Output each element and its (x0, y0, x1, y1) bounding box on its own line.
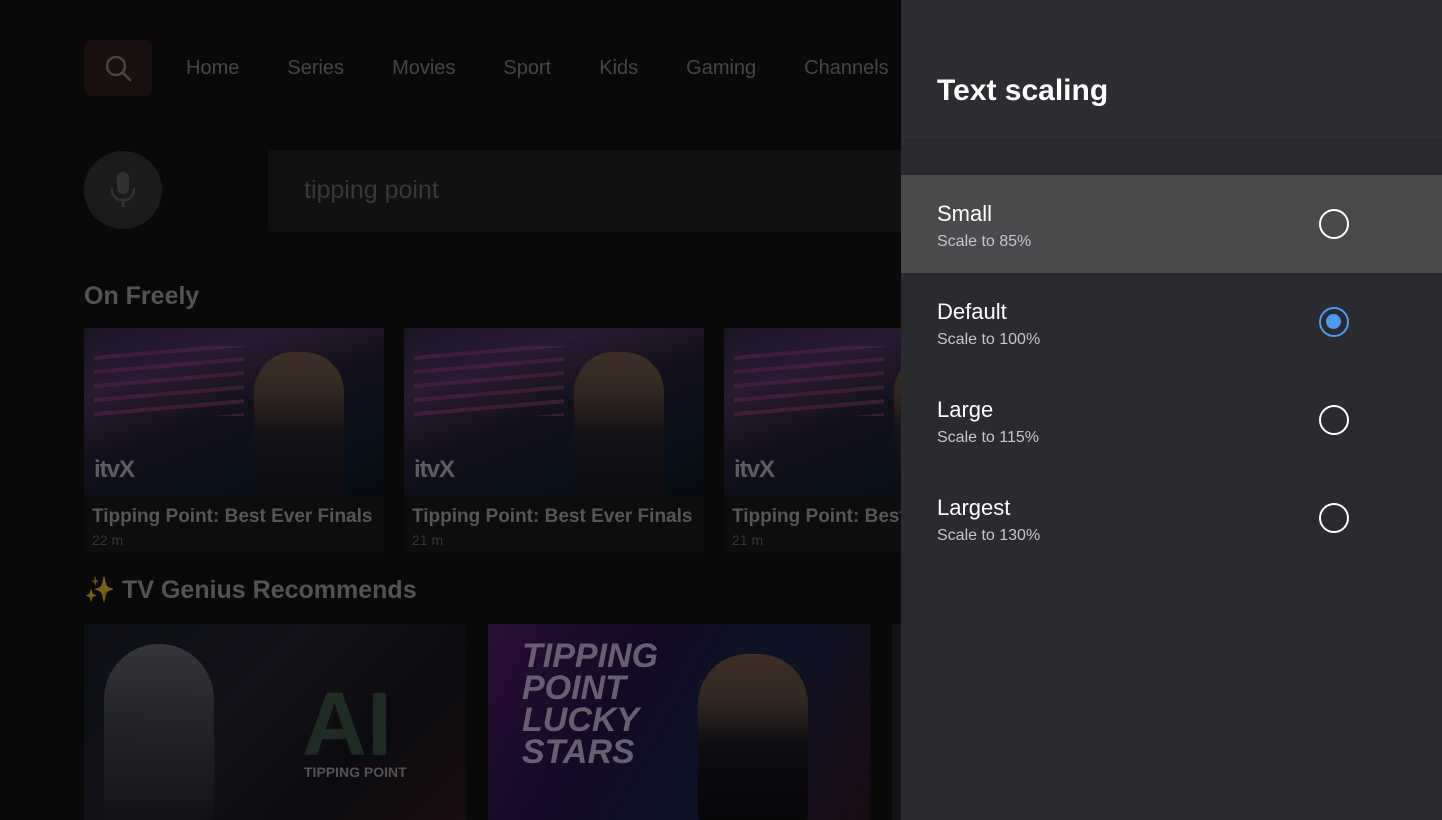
itvx-logo: itvX (94, 456, 135, 483)
nav-item-channels[interactable]: Channels (804, 57, 889, 80)
radio-button[interactable] (1319, 503, 1349, 533)
card-title: Tipping Point: Best Ever Finals (92, 506, 373, 527)
option-description: Scale to 85% (937, 233, 1032, 250)
voice-search-button[interactable] (84, 151, 162, 229)
thumbnail-presenter (894, 352, 901, 496)
microphone-icon (110, 172, 136, 207)
radio-button[interactable] (1319, 405, 1349, 435)
option-description: Scale to 115% (937, 429, 1039, 446)
content-card[interactable]: itvX Tipping Point: Best Ever Finals 21 … (404, 328, 704, 553)
nav-item-series[interactable]: Series (287, 57, 344, 80)
card-title: Tipping Point: Best Ever Finals (412, 506, 693, 527)
option-largest[interactable]: Largest Scale to 130% (901, 469, 1442, 567)
card-duration: 21 m (412, 532, 444, 548)
on-freely-row: itvX Tipping Point: Best Ever Finals 22 … (84, 328, 921, 553)
rec-art-text: TIPPING POINT LUCKY STARS (522, 637, 659, 771)
option-description: Scale to 130% (937, 527, 1041, 544)
option-description: Scale to 100% (937, 331, 1041, 348)
nav-item-sport[interactable]: Sport (503, 57, 551, 80)
thumbnail-decoration (94, 346, 244, 416)
content-card[interactable]: itvX Tipping Point: Best 21 m (724, 328, 901, 553)
search-query-text: tipping point (304, 176, 439, 204)
radio-button[interactable] (1319, 209, 1349, 239)
rec-caption: TIPPING POINT (304, 764, 407, 780)
option-default[interactable]: Default Scale to 100% (901, 273, 1442, 371)
nav-item-gaming[interactable]: Gaming (686, 57, 756, 80)
option-label: Large (937, 397, 994, 422)
option-small[interactable]: Small Scale to 85% (901, 175, 1442, 273)
card-title: Tipping Point: Best (732, 506, 901, 527)
thumbnail-decoration (734, 346, 884, 416)
section-title-tv-genius: ✨ TV Genius Recommends (84, 576, 417, 604)
text-scaling-panel: Text scaling Small Scale to 85% Default … (901, 0, 1442, 820)
search-icon (105, 55, 132, 82)
card-thumbnail: itvX (724, 328, 901, 496)
option-label: Default (937, 299, 1007, 324)
thumbnail-presenter (574, 352, 664, 496)
content-card[interactable]: itvX Tipping Point: Best Ever Finals 22 … (84, 328, 384, 553)
thumbnail-presenter (254, 352, 344, 496)
recommendations-row: AI TIPPING POINT TIPPING POINT LUCKY STA… (84, 624, 954, 820)
top-nav: Home Series Movies Sport Kids Gaming Cha… (84, 40, 913, 96)
card-thumbnail: itvX (84, 328, 384, 496)
card-duration: 21 m (732, 532, 764, 548)
recommendation-card[interactable]: TIPPING POINT LUCKY STARS (488, 624, 870, 820)
search-input[interactable]: tipping point (268, 150, 908, 232)
radio-button-selected[interactable] (1319, 307, 1349, 337)
itvx-logo: itvX (734, 456, 775, 483)
robot-artwork (104, 644, 214, 820)
nav-item-home[interactable]: Home (186, 57, 239, 80)
option-label: Small (937, 201, 993, 226)
presenter-artwork (698, 654, 808, 820)
panel-header: Text scaling (901, 0, 1442, 138)
recommendation-card[interactable]: AI TIPPING POINT (84, 624, 466, 820)
screen: Home Series Movies Sport Kids Gaming Cha… (0, 0, 1442, 820)
rec-art-text: AI (302, 675, 392, 775)
card-thumbnail: itvX (404, 328, 704, 496)
thumbnail-decoration (414, 346, 564, 416)
option-label: Largest (937, 495, 1011, 520)
panel-title: Text scaling (937, 74, 1109, 107)
section-title-on-freely: On Freely (84, 282, 200, 310)
nav-search-button[interactable] (84, 40, 152, 96)
nav-item-movies[interactable]: Movies (392, 57, 455, 80)
card-duration: 22 m (92, 532, 124, 548)
itvx-logo: itvX (414, 456, 455, 483)
nav-item-kids[interactable]: Kids (599, 57, 638, 80)
option-large[interactable]: Large Scale to 115% (901, 371, 1442, 469)
